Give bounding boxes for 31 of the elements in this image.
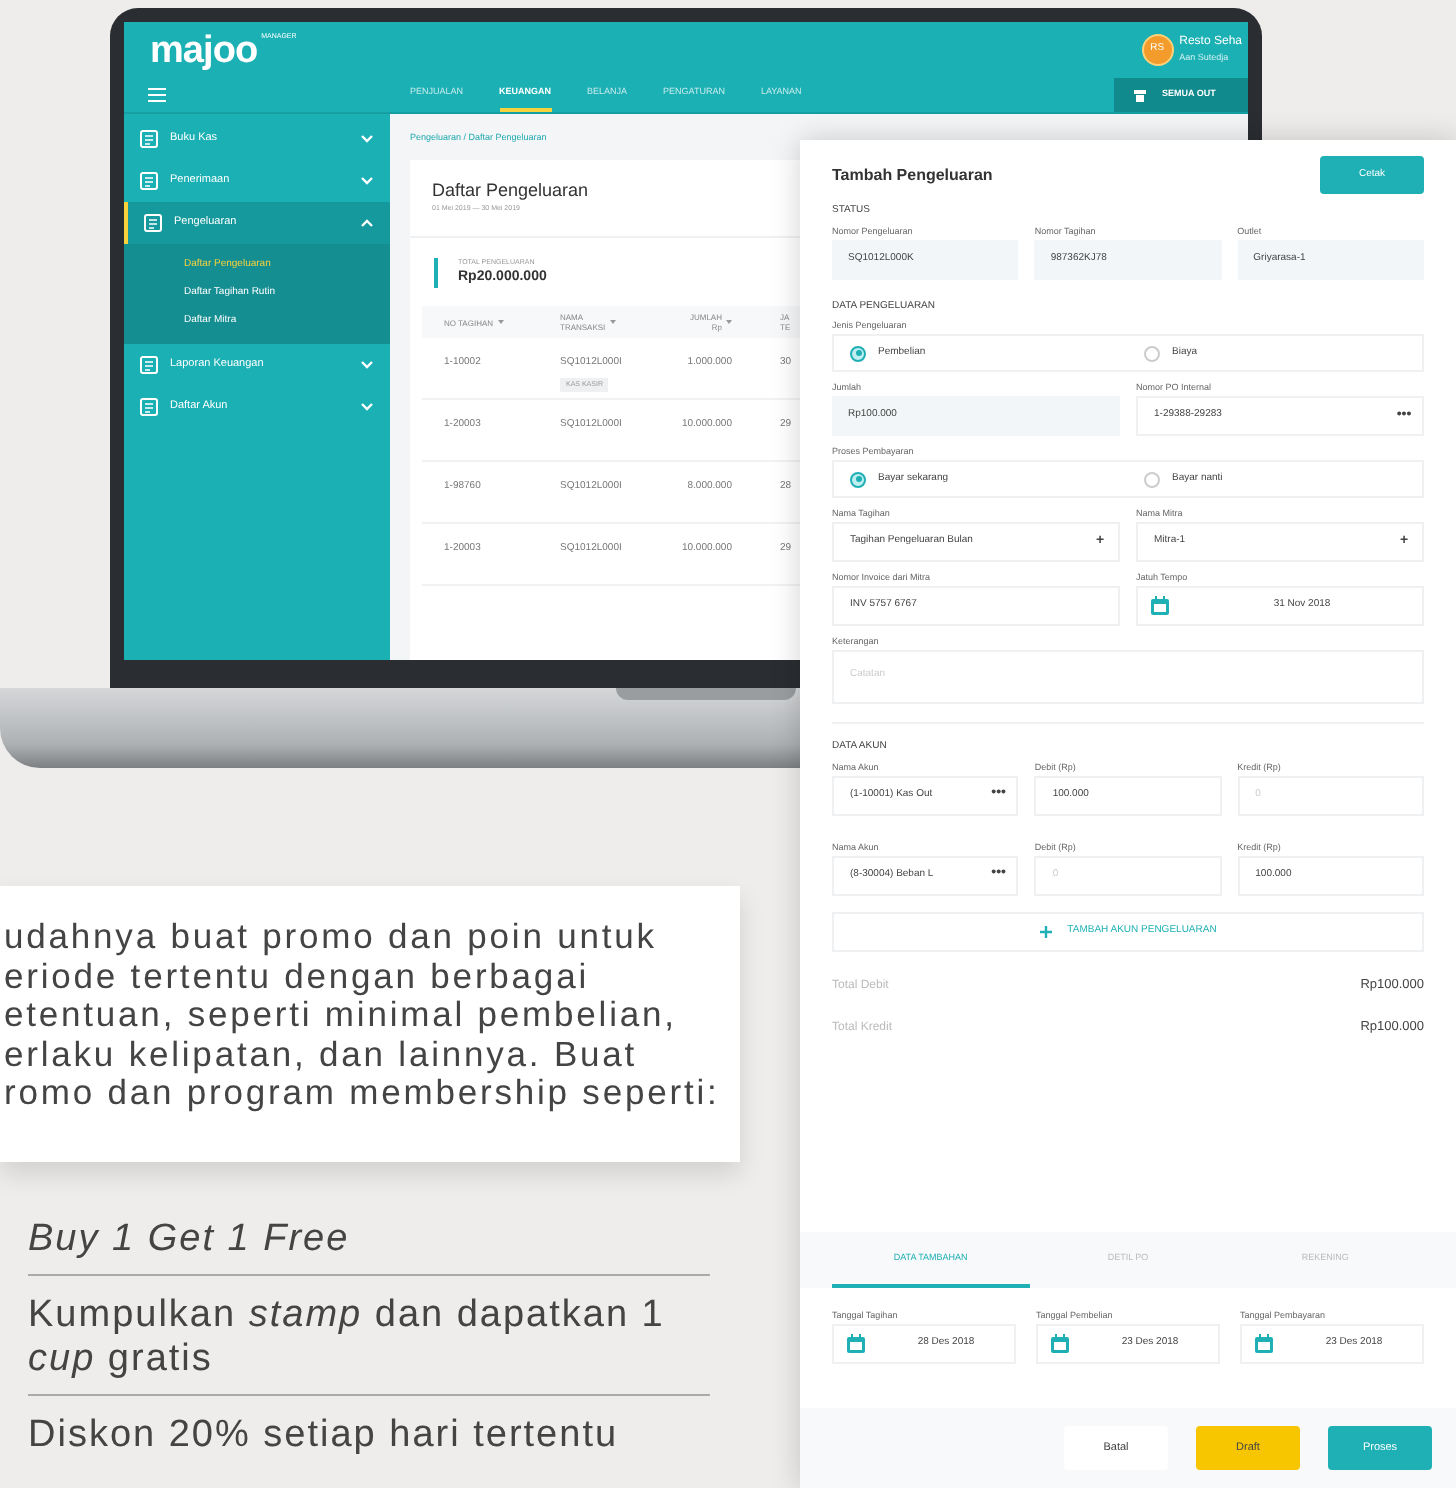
- promo-list-item: Diskon 20% setiap hari tertentu: [28, 1412, 621, 1460]
- radio-button[interactable]: [1144, 345, 1160, 361]
- plus-icon: [1039, 925, 1052, 937]
- document-icon: [140, 356, 158, 374]
- calendar-icon: [846, 1334, 866, 1354]
- radio-button[interactable]: [1144, 471, 1160, 487]
- chevron-down-icon: [360, 360, 374, 370]
- promo-list-item: Buy 1 Get 1 Free: [28, 1212, 710, 1276]
- document-icon: [140, 172, 158, 190]
- sort-caret-icon: [497, 320, 504, 325]
- calendar-icon: [1254, 1334, 1274, 1354]
- radio-button[interactable]: [850, 471, 866, 487]
- store-icon: [1134, 89, 1146, 101]
- promo-list-item: Kumpulkan stamp dan dapatkan 1 cup gratis: [28, 1288, 710, 1396]
- menu-icon: [148, 88, 166, 102]
- radio-button[interactable]: [850, 345, 866, 361]
- calendar-icon: [1150, 596, 1170, 616]
- app-logo: majoo: [150, 31, 258, 69]
- calendar-icon: [1050, 1334, 1070, 1354]
- chevron-down-icon: [360, 176, 374, 186]
- chevron-down-icon: [360, 402, 374, 412]
- chevron-down-icon: [360, 134, 374, 144]
- document-icon: [140, 130, 158, 148]
- sort-caret-icon: [726, 320, 732, 325]
- promo-description: udahnya buat promo dan poin untuk eriode tertentu dengan berbagai etentuan, seperti minimal pembelian, erlaku kelipatan, dan lainnya. Buat romo dan program membership seperti:: [4, 918, 722, 1113]
- document-icon: [144, 214, 162, 232]
- document-icon: [140, 398, 158, 416]
- card-title: Daftar Pengeluaran: [432, 177, 589, 204]
- sort-caret-icon: [609, 320, 616, 325]
- form-title: Tambah Pengeluaran: [832, 163, 993, 187]
- chevron-up-icon: [360, 218, 374, 228]
